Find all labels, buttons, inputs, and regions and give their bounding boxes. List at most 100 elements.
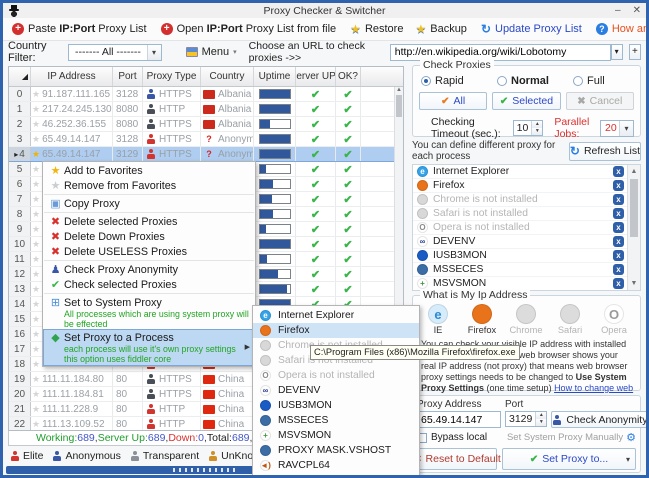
submenu-item[interactable]: MSSECES	[253, 413, 419, 428]
remove-process-button[interactable]: x	[613, 208, 624, 219]
header-uptime[interactable]: Uptime	[254, 67, 296, 86]
gear-icon[interactable]: ⚙	[626, 431, 636, 444]
process-list-item[interactable]: Firefox x	[413, 179, 640, 193]
remove-process-button[interactable]: x	[613, 264, 624, 275]
browser-check-button[interactable]: e IE	[421, 304, 455, 335]
set-system-proxy-manually[interactable]: Set System Proxy Manually ⚙	[507, 431, 636, 444]
port-spinner[interactable]: 3129 ▲ ▼	[505, 411, 548, 427]
browser-check-button[interactable]: Chrome	[509, 304, 543, 335]
chevron-down-icon[interactable]: ▾	[146, 44, 161, 60]
minimize-button[interactable]: –	[615, 5, 621, 17]
check-all-button[interactable]: ✔ All	[419, 92, 488, 110]
scrollbar-thumb[interactable]	[396, 95, 402, 117]
process-list-item[interactable]: O Opera is not installed x	[413, 221, 640, 235]
favorite-star-icon[interactable]: ★	[32, 314, 40, 325]
scroll-down-icon[interactable]: ▼	[628, 277, 640, 290]
favorite-star-icon[interactable]: ★	[32, 149, 40, 160]
browser-check-button[interactable]: Firefox	[465, 304, 499, 335]
table-row[interactable]: 2 ★ 46.252.36.155 8080 HTTPS Albania ✔ ✔	[9, 117, 403, 132]
favorite-star-icon[interactable]: ★	[32, 119, 40, 130]
url-dropdown-button[interactable]: ▾	[610, 44, 623, 60]
favorite-star-icon[interactable]: ★	[32, 404, 40, 415]
scrollbar-thumb[interactable]	[630, 179, 638, 237]
process-list-item[interactable]: IUSB3MON x	[413, 249, 640, 263]
favorite-star-icon[interactable]: ★	[32, 299, 40, 310]
favorite-star-icon[interactable]: ★	[32, 194, 40, 205]
table-row[interactable]: 1 ★ 217.24.245.130 8080 HTTP Albania ✔ ✔	[9, 102, 403, 117]
remove-process-button[interactable]: x	[613, 166, 624, 177]
favorite-star-icon[interactable]: ★	[32, 224, 40, 235]
backup-button[interactable]: ★ Backup	[409, 20, 472, 38]
favorite-star-icon[interactable]: ★	[32, 374, 40, 385]
check-mode-radio[interactable]: Normal	[497, 75, 573, 87]
submenu-item[interactable]: ∞ DEVENV	[253, 383, 419, 398]
check-anonymity-button[interactable]: Check Anonymity	[551, 411, 646, 428]
chevron-down-icon[interactable]: ▾	[619, 120, 633, 136]
process-list-item[interactable]: Chrome is not installed x	[413, 193, 640, 207]
header-ip[interactable]: IP Address	[31, 67, 113, 86]
context-menu-item[interactable]: ▣ Copy Proxy	[44, 194, 254, 211]
favorite-star-icon[interactable]: ★	[32, 239, 40, 250]
context-menu-item[interactable]: ✔ Check selected Proxies	[44, 277, 254, 292]
radio-icon[interactable]	[573, 76, 583, 86]
header-server-up[interactable]: Server UP?	[296, 67, 336, 86]
favorite-star-icon[interactable]: ★	[32, 89, 40, 100]
header-corner[interactable]: ◢	[9, 67, 31, 86]
scroll-up-icon[interactable]: ▲	[628, 165, 640, 178]
submenu-item[interactable]: IUSB3MON	[253, 398, 419, 413]
table-row[interactable]: 0 ★ 91.187.111.165 3128 HTTPS Albania ✔ …	[9, 87, 403, 102]
submenu-item[interactable]: PROXY MASK.VSHOST	[253, 443, 419, 458]
check-selected-button[interactable]: ✔ Selected	[492, 92, 561, 110]
help-button[interactable]: ? How and when to use this tool?	[590, 21, 646, 37]
process-list-item[interactable]: ∞ DEVENV x	[413, 235, 640, 249]
favorite-star-icon[interactable]: ★	[32, 134, 40, 145]
submenu-item[interactable]: O Opera is not installed	[253, 368, 419, 383]
refresh-list-button[interactable]: ↻ Refresh List	[568, 141, 641, 161]
browser-check-button[interactable]: O Opera	[597, 304, 631, 335]
check-mode-radio[interactable]: Rapid	[421, 75, 497, 87]
favorite-star-icon[interactable]: ★	[32, 389, 40, 400]
remove-process-button[interactable]: x	[613, 278, 624, 289]
process-list-item[interactable]: MSSECES x	[413, 263, 640, 277]
remove-process-button[interactable]: x	[613, 222, 624, 233]
table-row[interactable]: 4 ★ 65.49.14.147 3129 HTTPS ? Anonymous …	[9, 147, 403, 162]
timeout-spinner[interactable]: 10 ▲ ▼	[512, 120, 544, 136]
table-row[interactable]: 3 ★ 65.49.14.147 3128 HTTPS ? Anonymous …	[9, 132, 403, 147]
context-menu-item[interactable]: ♟ Check Proxy Anonymity	[44, 260, 254, 277]
open-proxy-list-button[interactable]: + Open IP:Port Proxy List from file	[155, 21, 343, 37]
radio-icon[interactable]	[497, 76, 507, 86]
context-menu-item[interactable]: ⊞ Set to System Proxy All processes whic…	[44, 293, 254, 330]
browser-icon[interactable]: e	[428, 304, 448, 324]
favorite-star-icon[interactable]: ★	[32, 419, 40, 430]
add-url-button[interactable]: +	[628, 44, 641, 60]
menu-button[interactable]: Menu ▾	[180, 44, 243, 60]
favorite-star-icon[interactable]: ★	[32, 359, 40, 370]
browser-icon[interactable]: O	[604, 304, 624, 324]
browser-icon[interactable]	[560, 304, 580, 324]
browser-icon[interactable]	[472, 304, 492, 324]
proxy-address-input[interactable]	[417, 411, 501, 428]
remove-process-button[interactable]: x	[613, 250, 624, 261]
header-port[interactable]: Port	[113, 67, 143, 86]
remove-process-button[interactable]: x	[613, 180, 624, 191]
process-list-scrollbar[interactable]: ▲ ▼	[627, 165, 640, 290]
remove-process-button[interactable]: x	[613, 194, 624, 205]
update-proxy-list-button[interactable]: ↻ Update Proxy List	[475, 20, 588, 38]
submenu-item[interactable]: + MSVSMON	[253, 428, 419, 443]
process-list-item[interactable]: Safari is not installed x	[413, 207, 640, 221]
favorite-star-icon[interactable]: ★	[32, 269, 40, 280]
reset-to-default-button[interactable]: ✖ Reset to Default	[413, 448, 501, 470]
context-menu-item[interactable]: ★ Remove from Favorites	[44, 178, 254, 193]
favorite-star-icon[interactable]: ★	[32, 344, 40, 355]
parallel-jobs-select[interactable]: 20 ▾	[600, 119, 634, 137]
context-menu-item[interactable]: ✖ Delete selected Proxies	[44, 212, 254, 229]
submenu-item[interactable]: Firefox	[253, 323, 419, 338]
radio-icon[interactable]	[421, 76, 431, 86]
favorite-star-icon[interactable]: ★	[32, 329, 40, 340]
paste-proxy-list-button[interactable]: + Paste IP:Port Proxy List	[6, 21, 153, 37]
submenu-item[interactable]	[253, 473, 419, 475]
context-menu-item[interactable]: ✖ Delete Down Proxies	[44, 229, 254, 244]
check-mode-radio[interactable]: Full	[573, 75, 646, 87]
context-menu-item[interactable]: ◆ Set Proxy to a Process each process wi…	[43, 329, 255, 366]
header-type[interactable]: Proxy Type	[143, 67, 201, 86]
